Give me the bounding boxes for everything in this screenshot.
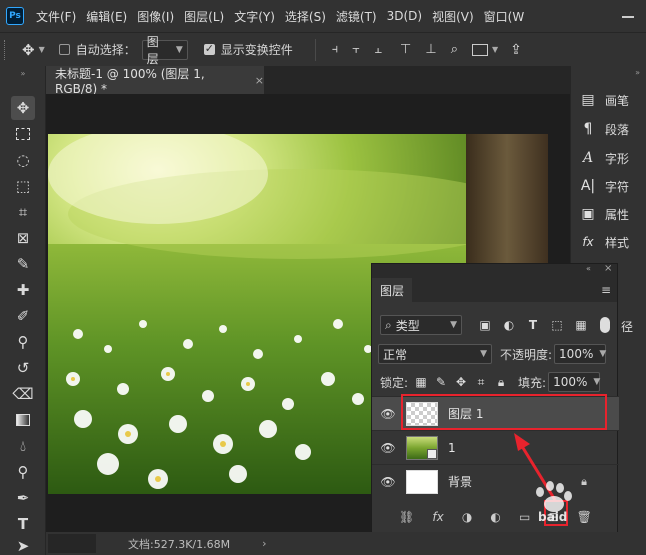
chevron-right-icon[interactable]: › [262, 537, 266, 550]
document-size: 文档:527.3K/1.68M [128, 537, 231, 551]
zoom-field[interactable] [48, 534, 96, 553]
baidu-watermark: baid [528, 478, 580, 528]
watermark-text: baid [538, 510, 568, 524]
annotation-arrow [514, 433, 557, 501]
status-bar: 文档:527.3K/1.68M › [46, 532, 646, 555]
